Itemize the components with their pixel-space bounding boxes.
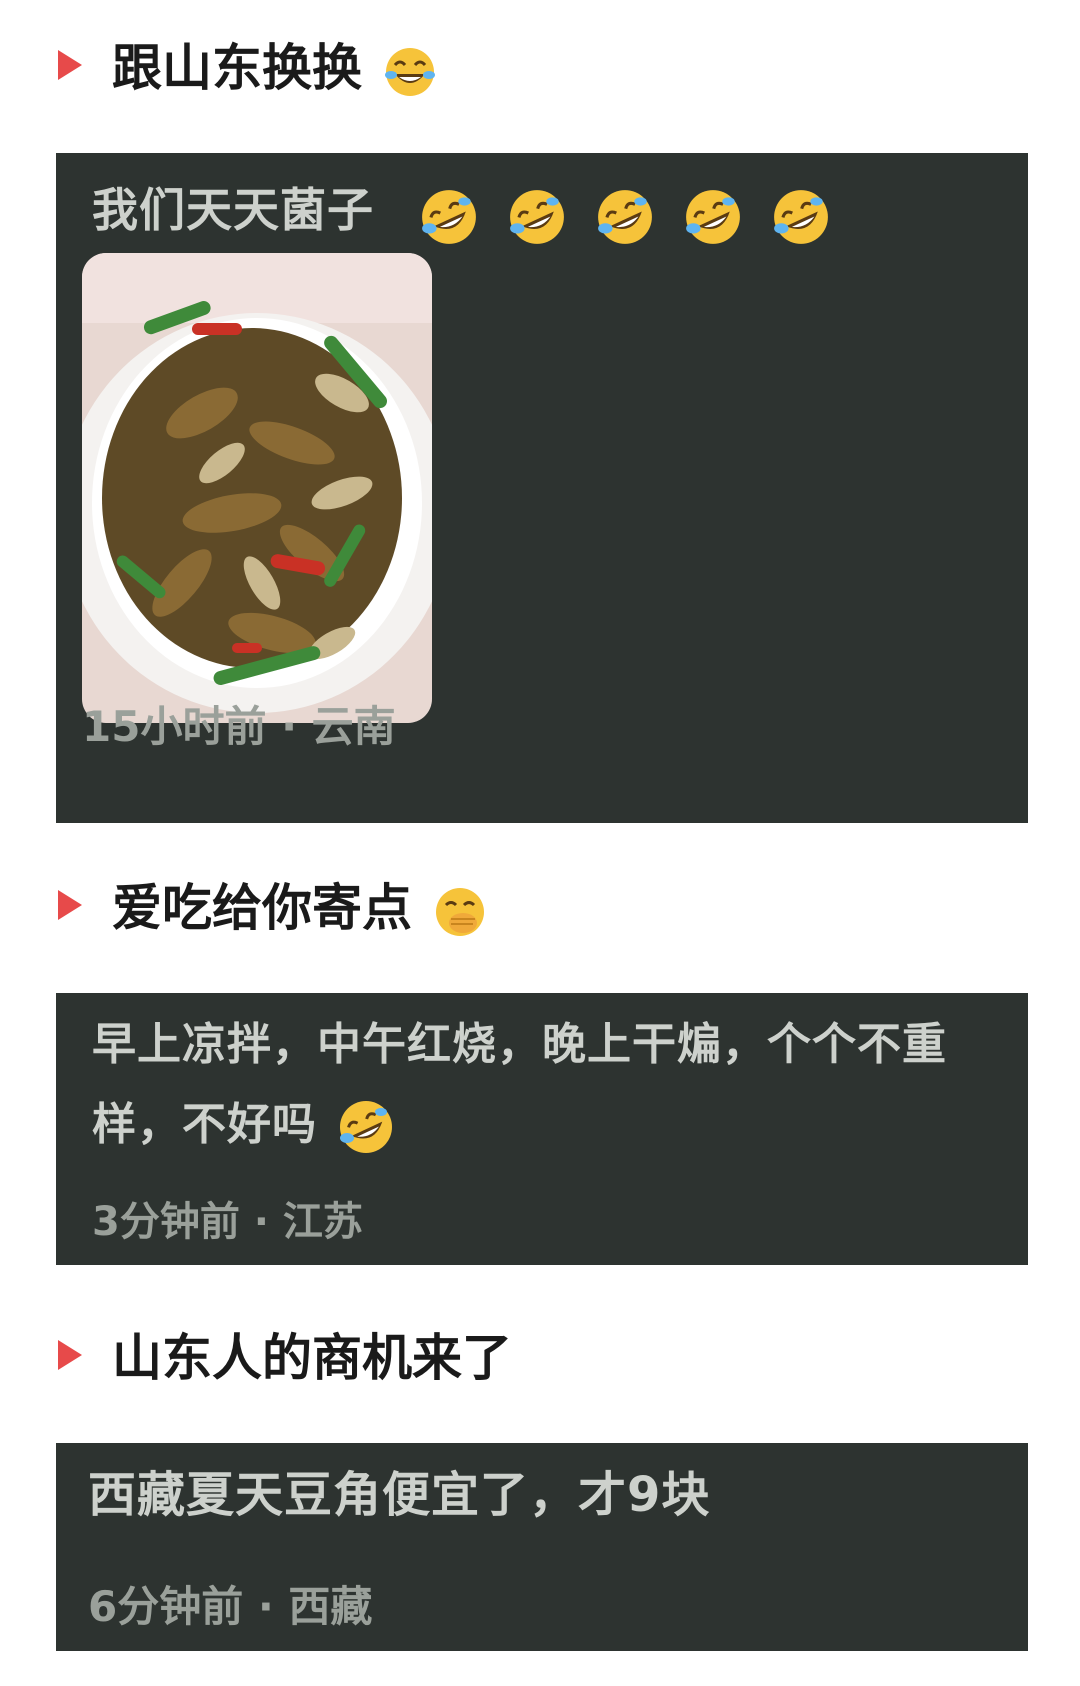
rofl-emoji-icon [774,190,828,244]
post-2-comment-text: 早上凉拌，中午红烧，晚上干煸，个个不重样，不好吗 [92,1019,947,1150]
rofl-emoji-icon [340,1101,393,1153]
post-3-heading-row: 山东人的商机来了 [0,1318,1080,1398]
post-3-comment-card: 西藏夏天豆角便宜了，才9块 6分钟前 · 西藏 [56,1443,1028,1651]
play-arrow-icon [58,1340,82,1370]
post-1-comment-text: 我们天天菌子 [92,183,374,237]
post-2-heading: 爱吃给你寄点 [112,878,487,939]
rofl-emoji-row [391,179,831,249]
rofl-emoji-icon [510,190,564,244]
fried-mushroom-dish-photo [82,253,432,723]
post-3-heading: 山东人的商机来了 [112,1329,512,1387]
play-arrow-icon [58,50,82,80]
post-3-comment: 西藏夏天豆角便宜了，才9块 [88,1467,711,1523]
post-1-heading-row: 跟山东换换 [0,28,1080,108]
post-2-heading-row: 爱吃给你寄点 [0,868,1080,948]
laughing-tears-emoji-icon [385,47,436,96]
hand-over-mouth-emoji-icon [436,887,485,936]
rofl-emoji-icon [422,190,476,244]
post-1-meta: 15小时前 · 云南 [82,702,396,751]
play-arrow-icon [58,890,82,920]
post-1-heading-text: 跟山东换换 [112,39,362,97]
post-3-meta: 6分钟前 · 西藏 [88,1582,373,1631]
rofl-emoji-icon [598,190,652,244]
post-2-heading-text: 爱吃给你寄点 [112,879,412,937]
post-1-heading: 跟山东换换 [112,38,437,99]
post-2-comment: 早上凉拌，中午红烧，晚上干煸，个个不重样，不好吗 [92,1005,978,1165]
post-2-meta: 3分钟前 · 江苏 [92,1199,363,1245]
post-1-comment: 我们天天菌子 [92,175,978,249]
rofl-emoji-icon [686,190,740,244]
post-2-comment-card: 早上凉拌，中午红烧，晚上干煸，个个不重样，不好吗 3分钟前 · 江苏 [56,993,1028,1265]
post-1-comment-card: 我们天天菌子 15小时前 · 云南 [56,153,1028,823]
